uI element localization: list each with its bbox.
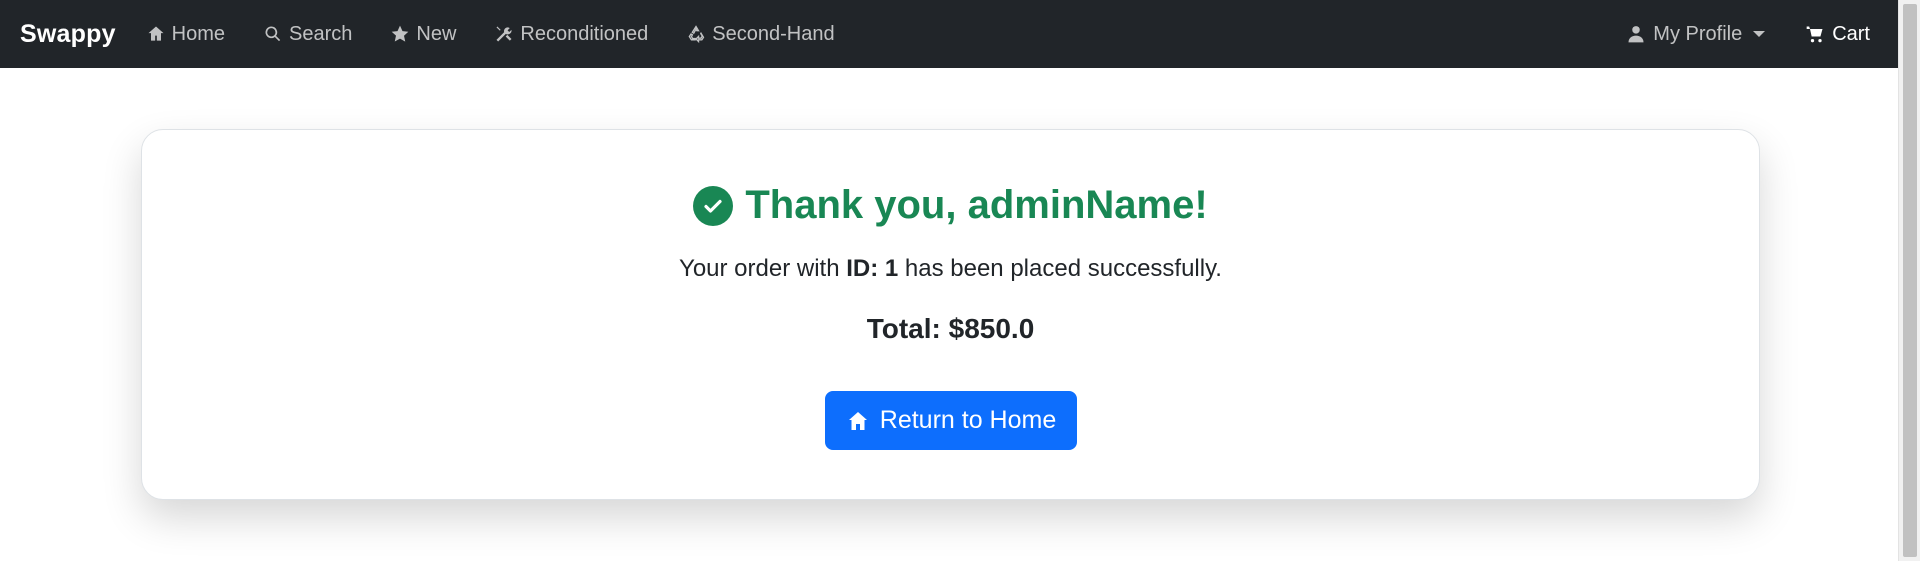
vertical-scrollbar[interactable] — [1898, 0, 1920, 561]
nav-item-second-hand[interactable]: Second-Hand — [686, 22, 835, 46]
check-circle-icon — [693, 185, 734, 226]
search-icon — [265, 26, 281, 42]
nav-item-label: Second-Hand — [712, 22, 835, 45]
home-icon — [848, 411, 867, 430]
nav-item-search[interactable]: Search — [263, 23, 352, 46]
return-to-home-label: Return to Home — [879, 406, 1057, 434]
brand-logo[interactable]: Swappy — [20, 20, 116, 49]
nav-item-label: Home — [171, 22, 226, 45]
scrollbar-thumb[interactable] — [1903, 4, 1917, 557]
star-icon — [392, 25, 409, 42]
order-id: ID: 1 — [846, 255, 899, 282]
thank-you-text: Thank you, adminName! — [745, 183, 1208, 227]
user-icon — [1628, 26, 1644, 43]
my-profile-dropdown[interactable]: My Profile — [1626, 22, 1766, 46]
nav-item-label: Reconditioned — [520, 22, 649, 45]
cart-link[interactable]: Cart — [1805, 23, 1870, 46]
cart-icon — [1806, 26, 1823, 43]
nav-item-new[interactable]: New — [390, 23, 456, 46]
order-confirmation-card: Thank you, adminName! Your order with ID… — [141, 129, 1760, 500]
my-profile-label: My Profile — [1653, 22, 1743, 45]
thank-you-heading: Thank you, adminName! — [142, 183, 1759, 228]
nav-item-home[interactable]: Home — [146, 23, 225, 46]
order-message-suffix: has been placed successfully. — [898, 255, 1222, 282]
nav-item-label: Search — [289, 22, 353, 45]
top-navbar: Swappy Home Search New Reconditioned Sec… — [0, 0, 1898, 68]
order-message-prefix: Your order with — [679, 255, 847, 282]
recycle-icon — [688, 25, 705, 44]
order-total: Total: $850.0 — [866, 313, 1035, 344]
cart-label: Cart — [1832, 22, 1870, 45]
nav-item-reconditioned[interactable]: Reconditioned — [494, 23, 648, 46]
nav-item-label: New — [416, 22, 457, 45]
chevron-down-icon — [1753, 31, 1766, 37]
order-message: Your order with ID: 1 has been placed su… — [142, 255, 1759, 283]
home-icon — [148, 26, 164, 41]
navbar-right: My Profile Cart — [1626, 0, 1870, 68]
order-confirmation-page: Swappy Home Search New Reconditioned Sec… — [0, 0, 1920, 561]
return-to-home-button[interactable]: Return to Home — [825, 391, 1077, 450]
tools-icon — [496, 26, 512, 42]
